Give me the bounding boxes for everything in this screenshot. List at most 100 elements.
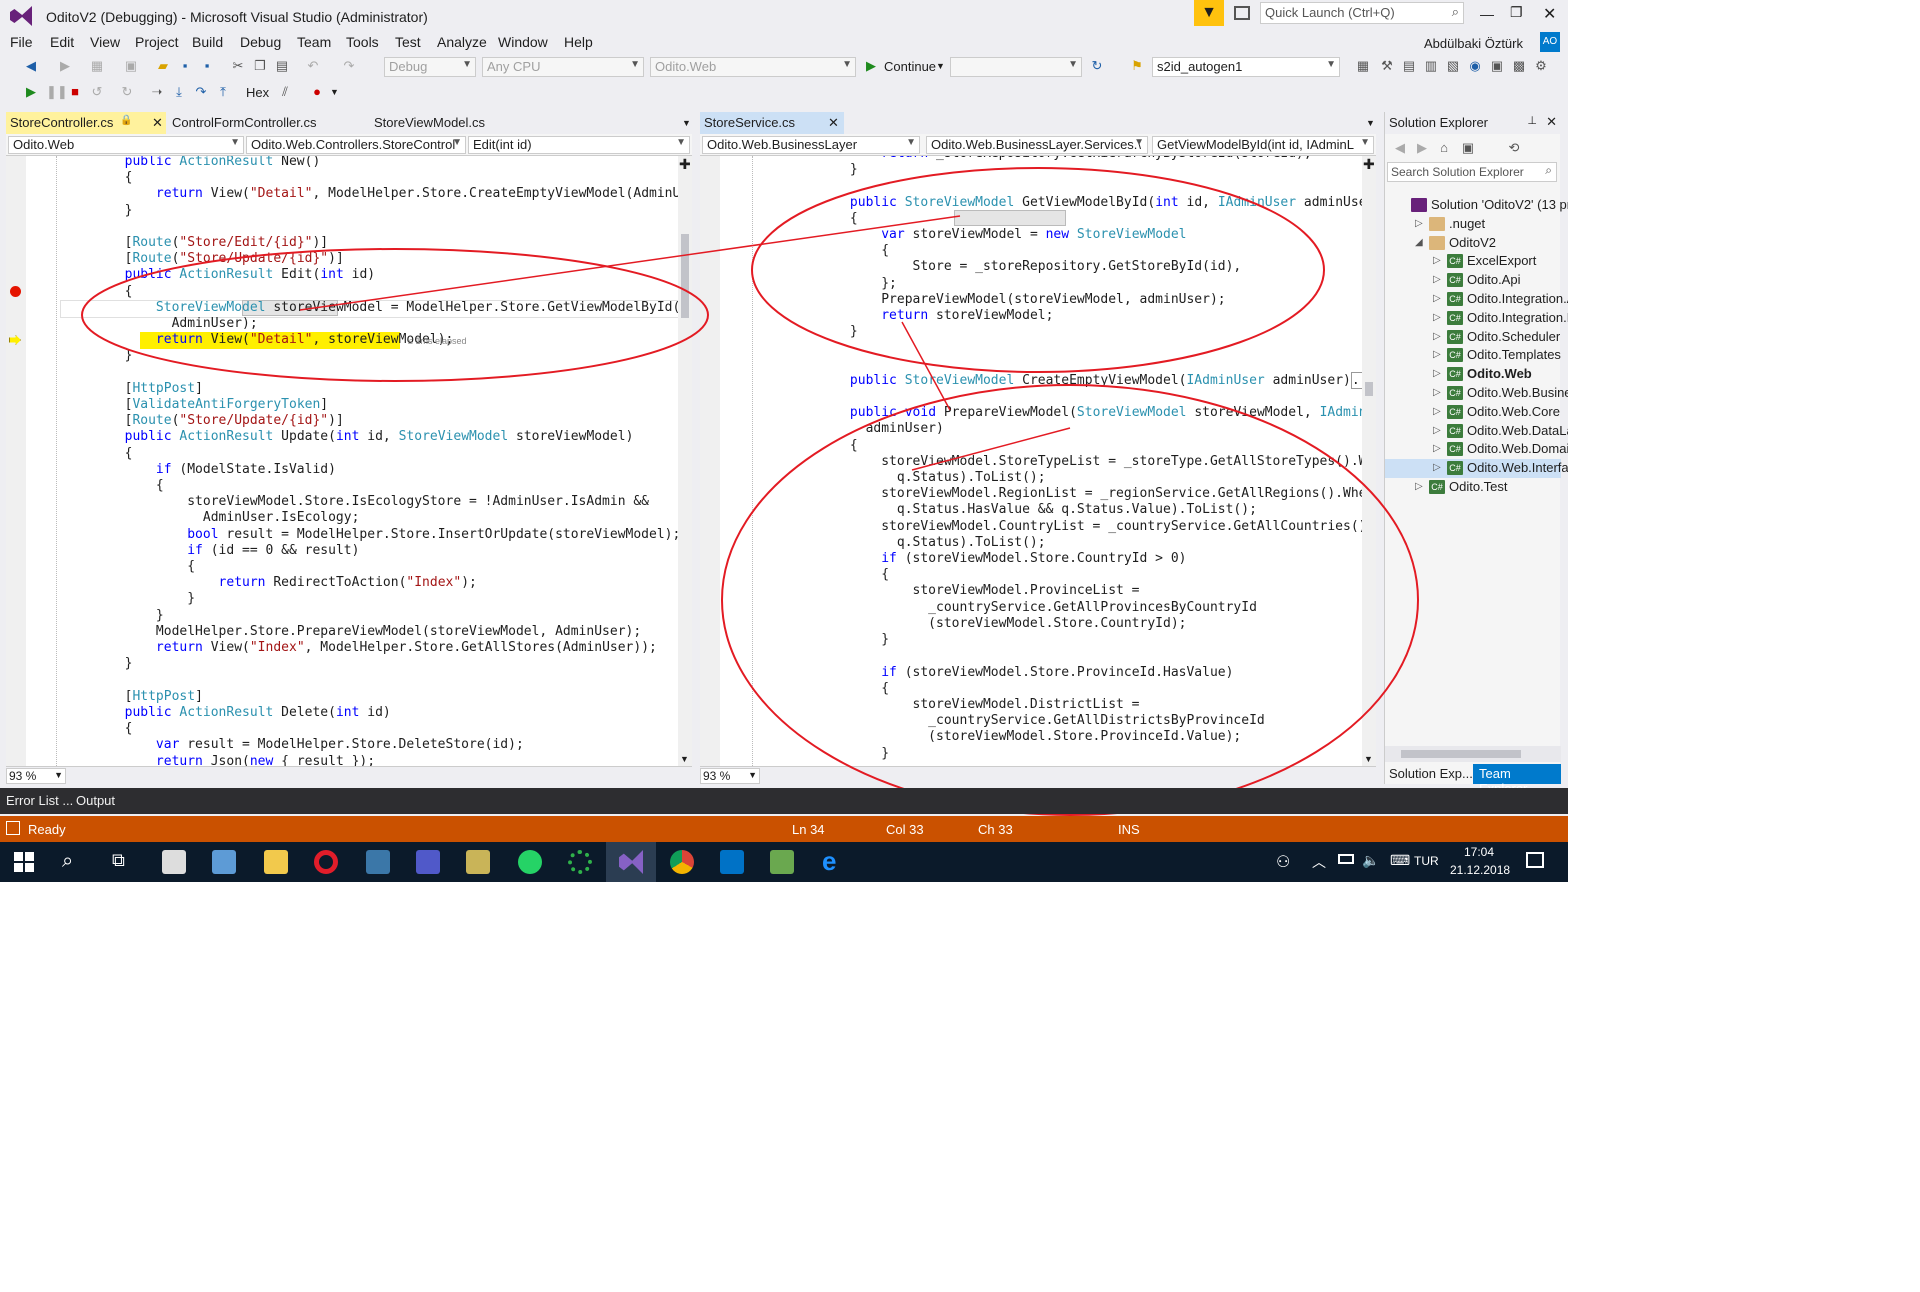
scroll-thumb[interactable] — [681, 234, 689, 318]
pause-icon[interactable]: ❚❚ — [46, 85, 68, 99]
tool-icon-3[interactable]: ▤ — [1402, 59, 1416, 73]
clock-time[interactable]: 17:04 — [1464, 845, 1494, 859]
platform-select[interactable]: Any CPU ▼ — [482, 57, 644, 77]
solution-tree-item[interactable]: ▷ C# Odito.Web.Domain — [1385, 440, 1568, 459]
type-nav-combo[interactable]: Odito.Web.Controllers.StoreControl ▼ — [246, 136, 466, 154]
close-tab-icon[interactable]: ✕ — [828, 115, 839, 131]
paste-icon[interactable]: ▤ — [275, 59, 289, 73]
python-icon[interactable] — [366, 850, 390, 874]
left-code-editor[interactable]: public ActionResult New() { return View(… — [6, 156, 692, 766]
continue-button[interactable]: Continue — [884, 59, 936, 74]
refresh-icon[interactable]: ↻ — [1090, 59, 1104, 73]
menu-debug[interactable]: Debug — [240, 34, 281, 50]
language-indicator[interactable]: TUR — [1414, 854, 1439, 868]
split-icon[interactable]: ✚ — [1363, 156, 1375, 173]
home-icon[interactable]: ⌂ — [1437, 141, 1451, 155]
solution-tree-item[interactable]: ▷ C# Odito.Scheduler — [1385, 328, 1561, 347]
new-project-icon[interactable]: ▦ — [90, 59, 104, 73]
member-nav-combo[interactable]: GetViewModelById(int id, IAdminL ▼ — [1152, 136, 1374, 154]
team-explorer-tab[interactable]: Team Explorer — [1473, 764, 1561, 796]
solution-tree-item[interactable]: ▷ C# Odito.Web.Business — [1385, 384, 1568, 403]
save-icon[interactable]: ▪ — [178, 59, 192, 73]
notification-icon[interactable] — [1526, 852, 1544, 868]
menu-test[interactable]: Test — [395, 34, 421, 50]
restart-icon[interactable]: ↺ — [90, 85, 104, 99]
hex-button[interactable]: Hex — [246, 85, 269, 100]
expand-arrow-icon[interactable]: ▷ — [1433, 255, 1443, 266]
tab-controlformcontroller[interactable]: ControlFormController.cs — [168, 112, 348, 134]
expand-arrow-icon[interactable]: ▷ — [1415, 481, 1425, 492]
feedback-icon[interactable] — [1234, 6, 1250, 20]
close-tab-icon[interactable]: ✕ — [152, 115, 163, 131]
menu-team[interactable]: Team — [297, 34, 331, 50]
zoom-select[interactable]: 93 % ▼ — [700, 768, 760, 784]
start-icon[interactable]: ▶ — [24, 85, 38, 99]
expand-arrow-icon[interactable]: ▷ — [1433, 349, 1443, 360]
whatsapp-icon[interactable] — [518, 850, 542, 874]
threads-icon[interactable]: ⫽ — [278, 85, 292, 99]
project-nav-combo[interactable]: Odito.Web ▼ — [8, 136, 244, 154]
expand-arrow-icon[interactable]: ▷ — [1433, 406, 1443, 417]
app-icon-9[interactable] — [568, 850, 592, 874]
solution-tree-item[interactable]: ▷ C# Odito.Web.Interface — [1385, 459, 1568, 479]
browser-link-icon[interactable]: ⚑ — [1130, 59, 1144, 73]
menu-project[interactable]: Project — [135, 34, 179, 50]
expand-arrow-icon[interactable]: ▷ — [1433, 368, 1443, 379]
right-code-editor[interactable]: return _storeRepository.GetHierarchyBySt… — [700, 156, 1376, 766]
volume-icon[interactable]: 🔈 — [1362, 852, 1379, 869]
menu-window[interactable]: Window — [498, 34, 548, 50]
file-explorer-icon[interactable] — [264, 850, 288, 874]
zoom-select[interactable]: 93 % ▼ — [6, 768, 66, 784]
output-tab[interactable]: Output — [76, 793, 115, 808]
filter-icon[interactable]: ▼ — [1194, 0, 1224, 26]
tab-overflow-icon[interactable]: ▼ — [682, 118, 691, 128]
solution-tree-item[interactable]: ▷ C# Odito.Web.DataLay — [1385, 422, 1568, 441]
paint-icon[interactable] — [212, 850, 236, 874]
pin-icon[interactable]: ⊥ — [1527, 114, 1537, 127]
expand-arrow-icon[interactable]: ▷ — [1433, 443, 1443, 454]
startup-project-select[interactable]: Odito.Web ▼ — [650, 57, 856, 77]
tool-icon-6[interactable]: ◉ — [1468, 59, 1482, 73]
show-next-statement-icon[interactable]: ➝ — [150, 85, 164, 99]
restore-button[interactable]: ❐ — [1510, 4, 1523, 21]
tab-storeviewmodel[interactable]: StoreViewModel.cs — [370, 112, 530, 134]
pin-icon[interactable]: 🔒 — [120, 115, 132, 126]
redo-icon[interactable]: ↷ — [342, 59, 356, 73]
expand-arrow-icon[interactable]: ▷ — [1433, 274, 1443, 285]
split-icon[interactable]: ✚ — [679, 156, 691, 173]
project-nav-combo[interactable]: Odito.Web.BusinessLayer ▼ — [702, 136, 920, 154]
open-icon[interactable]: ▰ — [156, 59, 170, 73]
solution-explorer-tab[interactable]: Solution Exp... — [1389, 766, 1473, 781]
windows-start-icon[interactable] — [14, 852, 34, 872]
solution-tree-item[interactable]: Solution 'OditoV2' (13 proj — [1385, 196, 1568, 215]
chrome-icon[interactable] — [670, 850, 694, 874]
continue-icon[interactable]: ▶ — [864, 59, 878, 73]
forward-icon[interactable]: ▶ — [1415, 141, 1429, 155]
add-item-icon[interactable]: ▣ — [124, 59, 138, 73]
expand-arrow-icon[interactable]: ▷ — [1433, 425, 1443, 436]
tool-icon-1[interactable]: ▦ — [1356, 59, 1370, 73]
clock-date[interactable]: 21.12.2018 — [1450, 863, 1510, 877]
expand-arrow-icon[interactable]: ▷ — [1433, 312, 1443, 323]
menu-build[interactable]: Build — [192, 34, 223, 50]
back-icon[interactable]: ◀ — [1393, 141, 1407, 155]
wrench-icon[interactable]: ⚒ — [1380, 59, 1394, 73]
app-icon-7[interactable] — [466, 850, 490, 874]
breakpoint-dropdown-icon[interactable]: ▼ — [330, 87, 339, 97]
scroll-thumb[interactable] — [1365, 382, 1373, 396]
close-icon[interactable]: ✕ — [1546, 114, 1557, 130]
tab-storeservice[interactable]: StoreService.cs ✕ — [700, 112, 844, 134]
expand-arrow-icon[interactable]: ▷ — [1433, 331, 1443, 342]
member-nav-combo[interactable]: Edit(int id) ▼ — [468, 136, 690, 154]
expand-arrow-icon[interactable]: ▷ — [1433, 387, 1443, 398]
back-icon[interactable]: ◀ — [24, 59, 38, 73]
people-icon[interactable]: ⚇ — [1276, 852, 1290, 872]
user-name[interactable]: Abdülbaki Öztürk — [1424, 36, 1523, 51]
menu-help[interactable]: Help — [564, 34, 593, 50]
close-button[interactable]: ✕ — [1543, 4, 1556, 24]
tool-icon-7[interactable]: ▣ — [1490, 59, 1504, 73]
menu-tools[interactable]: Tools — [346, 34, 379, 50]
solution-search-input[interactable]: Search Solution Explorer ⌕ — [1387, 162, 1557, 182]
scroll-down-icon[interactable]: ▼ — [1364, 754, 1373, 764]
hot-reload-icon[interactable]: ↻ — [120, 85, 134, 99]
